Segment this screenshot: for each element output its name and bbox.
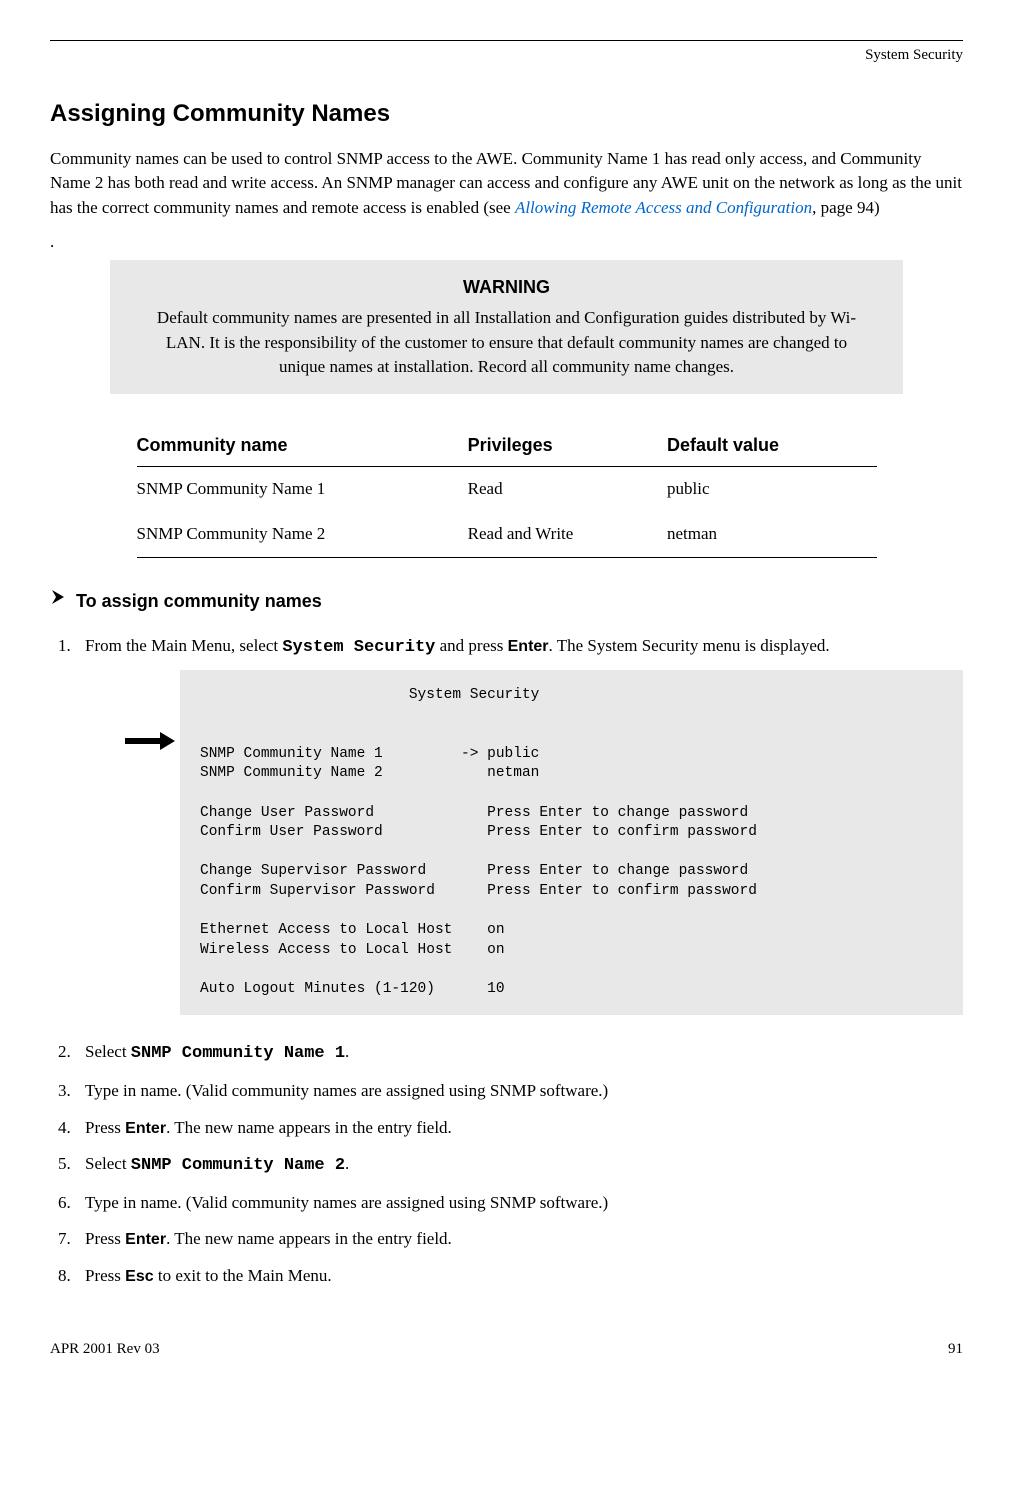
step-text: . xyxy=(345,1042,349,1061)
step-text: Select xyxy=(85,1154,131,1173)
table-cell: Read xyxy=(468,467,667,512)
procedure-list: From the Main Menu, select System Securi… xyxy=(50,634,963,1289)
header-rule xyxy=(50,40,963,41)
arrow-icon xyxy=(125,732,175,758)
list-item: Select SNMP Community Name 1. xyxy=(75,1040,963,1067)
table-cell: SNMP Community Name 1 xyxy=(137,467,468,512)
intro-paragraph: Community names can be used to control S… xyxy=(50,147,963,221)
page-footer: APR 2001 Rev 03 91 xyxy=(50,1339,963,1361)
step-text: From the Main Menu, select xyxy=(85,636,282,655)
step-text: . The new name appears in the entry fiel… xyxy=(166,1229,452,1248)
step-text: . The System Security menu is displayed. xyxy=(549,636,830,655)
step-text: Press xyxy=(85,1229,125,1248)
table-cell: SNMP Community Name 2 xyxy=(137,512,468,557)
step-text: . The new name appears in the entry fiel… xyxy=(166,1118,452,1137)
warning-body: Default community names are presented in… xyxy=(144,306,869,380)
table-cell: netman xyxy=(667,512,876,557)
table-cell: public xyxy=(667,467,876,512)
step-text: . xyxy=(345,1154,349,1173)
list-item: Type in name. (Valid community names are… xyxy=(75,1079,963,1104)
step-text: and press xyxy=(435,636,507,655)
step-text: Press xyxy=(85,1266,125,1285)
list-item: Press Enter. The new name appears in the… xyxy=(75,1116,963,1141)
procedure-heading: To assign community names xyxy=(76,588,322,614)
list-item: From the Main Menu, select System Securi… xyxy=(75,634,963,1016)
list-item: Type in name. (Valid community names are… xyxy=(75,1191,963,1216)
step-text: to exit to the Main Menu. xyxy=(154,1266,332,1285)
page-title: Assigning Community Names xyxy=(50,97,963,132)
table-header-row: Community name Privileges Default value xyxy=(137,424,877,467)
table-header: Community name xyxy=(137,424,468,467)
community-table: Community name Privileges Default value … xyxy=(137,424,877,557)
key-label: Esc xyxy=(125,1268,153,1285)
warning-title: WARNING xyxy=(144,274,869,300)
table-row: SNMP Community Name 2 Read and Write net… xyxy=(137,512,877,557)
table-header: Default value xyxy=(667,424,876,467)
menu-label: System Security xyxy=(282,638,435,657)
key-label: Enter xyxy=(125,1120,166,1137)
list-item: Press Esc to exit to the Main Menu. xyxy=(75,1264,963,1289)
terminal-output: System Security SNMP Community Name 1 ->… xyxy=(180,670,963,1015)
table-cell: Read and Write xyxy=(468,512,667,557)
key-label: Enter xyxy=(508,638,549,655)
pointer-icon xyxy=(50,588,68,614)
key-label: Enter xyxy=(125,1231,166,1248)
terminal-container: System Security SNMP Community Name 1 ->… xyxy=(125,670,963,1015)
menu-label: SNMP Community Name 1 xyxy=(131,1044,345,1063)
footer-right: 91 xyxy=(948,1339,963,1361)
table-header: Privileges xyxy=(468,424,667,467)
list-item: Press Enter. The new name appears in the… xyxy=(75,1227,963,1252)
subheading-row: To assign community names xyxy=(50,588,963,614)
footer-left: APR 2001 Rev 03 xyxy=(50,1339,160,1361)
cross-reference-link[interactable]: Allowing Remote Access and Configuration xyxy=(515,198,812,217)
menu-label: SNMP Community Name 2 xyxy=(131,1156,345,1175)
stray-period: . xyxy=(50,230,963,255)
intro-after: , page 94) xyxy=(812,198,880,217)
table-row: SNMP Community Name 1 Read public xyxy=(137,467,877,512)
step-text: Select xyxy=(85,1042,131,1061)
warning-box: WARNING Default community names are pres… xyxy=(110,260,903,394)
step-text: Press xyxy=(85,1118,125,1137)
header-section: System Security xyxy=(50,45,963,67)
list-item: Select SNMP Community Name 2. xyxy=(75,1152,963,1179)
